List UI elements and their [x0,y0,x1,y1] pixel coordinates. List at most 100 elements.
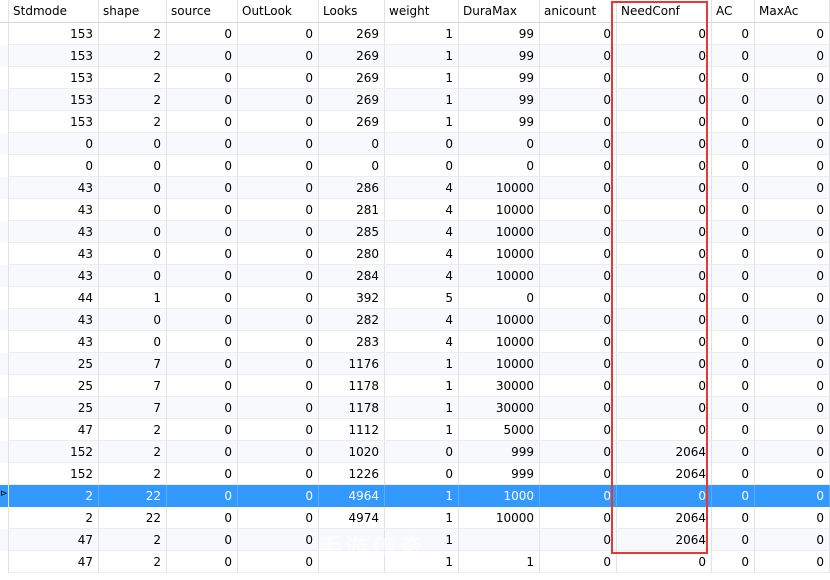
cell-looks[interactable]: 269 [319,67,385,89]
cell-duramax[interactable]: 10000 [459,331,540,353]
cell-shape[interactable]: 7 [99,353,167,375]
cell-anicount[interactable]: 0 [540,309,617,331]
cell-maxac[interactable]: 0 [755,221,830,243]
cell-looks[interactable]: 1176 [319,353,385,375]
cell-duramax[interactable]: 99 [459,67,540,89]
cell-needconf[interactable]: 0 [617,397,712,419]
cell-stdmode[interactable]: 43 [9,221,99,243]
cell-needconf[interactable]: 0 [617,353,712,375]
cell-stdmode[interactable]: 0 [9,155,99,177]
cell-stdmode[interactable]: 153 [9,67,99,89]
cell-maxac[interactable]: 0 [755,353,830,375]
cell-weight[interactable]: 1 [385,45,459,67]
row-gutter[interactable] [0,221,9,243]
cell-maxac[interactable]: 0 [755,551,830,573]
cell-stdmode[interactable]: 0 [9,133,99,155]
cell-weight[interactable]: 1 [385,67,459,89]
cell-stdmode[interactable]: 153 [9,23,99,45]
cell-outlook[interactable]: 0 [238,177,319,199]
row-gutter[interactable] [0,155,9,177]
cell-duramax[interactable]: 30000 [459,397,540,419]
cell-stdmode[interactable]: 47 [9,419,99,441]
column-header-maxac[interactable]: MaxAc [755,0,830,23]
cell-weight[interactable]: 0 [385,463,459,485]
cell-duramax[interactable]: 5000 [459,419,540,441]
cell-stdmode[interactable]: 43 [9,331,99,353]
cell-needconf[interactable]: 0 [617,309,712,331]
cell-needconf[interactable]: 0 [617,111,712,133]
cell-stdmode[interactable]: 2 [9,507,99,529]
column-header-shape[interactable]: shape [99,0,167,23]
table-row[interactable]: 43 0 0 0 281 4 10000 0 0 0 0 [0,199,830,221]
cell-outlook[interactable]: 0 [238,133,319,155]
data-grid[interactable]: Stdmode shape source OutLook Looks weight Dura… [0,0,830,573]
cell-duramax[interactable]: 999 [459,441,540,463]
cell-needconf[interactable]: 2064 [617,507,712,529]
cell-weight[interactable]: 1 [385,485,459,507]
cell-weight[interactable]: 4 [385,221,459,243]
table-row[interactable]: 43 0 0 0 283 4 10000 0 0 0 0 [0,331,830,353]
cell-looks[interactable]: 4964 [319,485,385,507]
cell-duramax[interactable]: 10000 [459,177,540,199]
cell-maxac[interactable]: 0 [755,177,830,199]
cell-stdmode[interactable]: 152 [9,441,99,463]
table-row[interactable]: 153 2 0 0 269 1 99 0 0 0 0 [0,111,830,133]
table-row[interactable]: 43 0 0 0 286 4 10000 0 0 0 0 [0,177,830,199]
cell-source[interactable]: 0 [167,353,238,375]
cell-looks[interactable]: 283 [319,331,385,353]
table-row[interactable]: 25 7 0 0 1178 1 30000 0 0 0 0 [0,397,830,419]
cell-ac[interactable]: 0 [712,485,755,507]
cell-outlook[interactable]: 0 [238,331,319,353]
cell-anicount[interactable]: 0 [540,45,617,67]
cell-ac[interactable]: 0 [712,507,755,529]
cell-stdmode[interactable]: 43 [9,243,99,265]
cell-weight[interactable]: 4 [385,265,459,287]
cell-anicount[interactable]: 0 [540,89,617,111]
cell-maxac[interactable]: 0 [755,529,830,551]
cell-looks[interactable]: 0 [319,133,385,155]
cell-ac[interactable]: 0 [712,463,755,485]
cell-anicount[interactable]: 0 [540,485,617,507]
cell-outlook[interactable]: 0 [238,529,319,551]
cell-looks[interactable]: 392 [319,287,385,309]
cell-maxac[interactable]: 0 [755,419,830,441]
cell-source[interactable]: 0 [167,45,238,67]
cell-anicount[interactable]: 0 [540,419,617,441]
cell-ac[interactable]: 0 [712,529,755,551]
cell-ac[interactable]: 0 [712,67,755,89]
table-row-selected[interactable]: ⊳ 2 22 0 0 4964 1 1000 0 0 0 0 [0,485,830,507]
row-gutter[interactable] [0,331,9,353]
cell-looks[interactable]: 1178 [319,397,385,419]
cell-anicount[interactable]: 0 [540,441,617,463]
cell-source[interactable]: 0 [167,89,238,111]
cell-anicount[interactable]: 0 [540,243,617,265]
row-gutter[interactable] [0,309,9,331]
row-gutter[interactable] [0,243,9,265]
cell-stdmode[interactable]: 47 [9,551,99,573]
cell-shape[interactable]: 0 [99,309,167,331]
row-gutter[interactable] [0,529,9,551]
cell-weight[interactable]: 4 [385,331,459,353]
cell-ac[interactable]: 0 [712,397,755,419]
table-row[interactable]: 47 2 0 0 1 1 0 0 0 0 [0,551,830,573]
cell-duramax[interactable]: 10000 [459,309,540,331]
cell-source[interactable]: 0 [167,397,238,419]
cell-weight[interactable]: 1 [385,353,459,375]
cell-ac[interactable]: 0 [712,199,755,221]
table-row[interactable]: 47 2 0 0 1112 1 5000 0 0 0 0 [0,419,830,441]
cell-shape[interactable]: 2 [99,551,167,573]
cell-ac[interactable]: 0 [712,45,755,67]
cell-outlook[interactable]: 0 [238,265,319,287]
cell-stdmode[interactable]: 25 [9,353,99,375]
cell-anicount[interactable]: 0 [540,507,617,529]
cell-duramax[interactable]: 99 [459,89,540,111]
cell-duramax[interactable]: 10000 [459,243,540,265]
row-gutter[interactable] [0,199,9,221]
cell-source[interactable]: 0 [167,331,238,353]
cell-looks[interactable]: 282 [319,309,385,331]
cell-ac[interactable]: 0 [712,441,755,463]
cell-source[interactable]: 0 [167,111,238,133]
cell-shape[interactable]: 2 [99,45,167,67]
cell-needconf[interactable]: 0 [617,89,712,111]
cell-needconf[interactable]: 0 [617,221,712,243]
